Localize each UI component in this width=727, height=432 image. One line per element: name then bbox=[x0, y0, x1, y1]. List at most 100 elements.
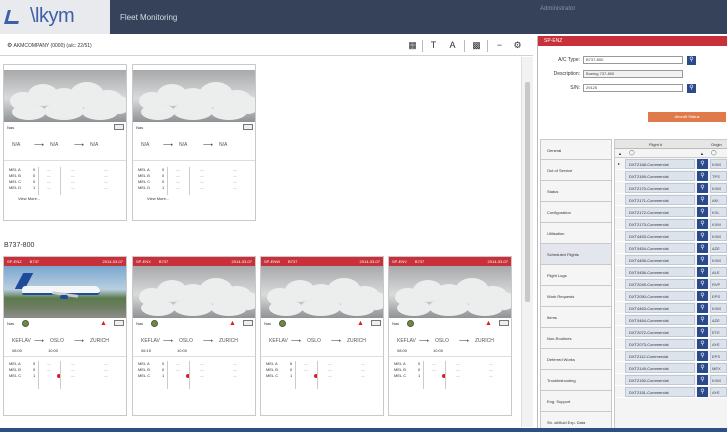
flight-number[interactable]: DXT2149-Commercial bbox=[625, 363, 695, 373]
flight-lookup-button[interactable]: ⚲ bbox=[697, 183, 708, 193]
grid-row[interactable]: DXT4456-Commercial ⚲ ALE bbox=[615, 266, 727, 278]
flight-lookup-button[interactable]: ⚲ bbox=[697, 291, 708, 301]
column-header-flight[interactable]: Flight # bbox=[649, 140, 662, 149]
aircraft-status-button[interactable]: Aircraft Status bbox=[648, 112, 726, 122]
flight-number[interactable]: DXT2050-Commercial bbox=[625, 291, 695, 301]
nav-item-flight-logs[interactable]: Flight Logs bbox=[540, 265, 612, 286]
aircraft-card[interactable]: SP-ENX B737 2014-03-07 Nas ▲ KEFLAV OSLO ZURICH… bbox=[132, 256, 256, 416]
nav-item-general[interactable]: General bbox=[540, 139, 612, 160]
nav-item-status[interactable]: Status bbox=[540, 181, 612, 202]
nav-item-non-routines[interactable]: Non-Routines bbox=[540, 328, 612, 349]
grid-row[interactable]: DXT2073-Commercial ⚲ AYE bbox=[615, 338, 727, 350]
view-more-link[interactable]: View More... bbox=[18, 196, 40, 201]
grid-row[interactable]: DXT2170-Commercial ⚲ KXM bbox=[615, 182, 727, 194]
nav-item-work-requests[interactable]: Work Requests bbox=[540, 286, 612, 307]
flight-number[interactable]: DXT4463-Commercial bbox=[625, 303, 695, 313]
aircraft-card[interactable]: Nas N/A N/A N/A ⟶ ⟶ MEL A 0— — — MEL B 0— — — MEL C 0— —… bbox=[3, 64, 127, 221]
nav-item-configuration[interactable]: Configuration bbox=[540, 202, 612, 223]
nav-item-out-of-service[interactable]: Out of Service bbox=[540, 160, 612, 181]
maintenance-icon[interactable] bbox=[243, 124, 253, 130]
flight-lookup-button[interactable]: ⚲ bbox=[697, 267, 708, 277]
flight-number[interactable]: DXT2170-Commercial bbox=[625, 183, 695, 193]
grid-row[interactable]: ▸ DXT2168-Commercial ⚲ KXM bbox=[615, 158, 727, 170]
flight-number[interactable]: DXT2169-Commercial bbox=[625, 171, 695, 181]
flight-number[interactable]: DXT2072-Commercial bbox=[625, 327, 695, 337]
font-icon[interactable]: A bbox=[447, 40, 458, 51]
filter-icon[interactable]: ◯ bbox=[629, 149, 635, 158]
flight-lookup-button[interactable]: ⚲ bbox=[697, 207, 708, 217]
actype-search-button[interactable]: ⚲ bbox=[687, 56, 696, 65]
warning-icon[interactable]: ▲ bbox=[485, 320, 492, 327]
flight-lookup-button[interactable]: ⚲ bbox=[697, 219, 708, 229]
grid-row[interactable]: DXT4463-Commercial ⚲ KXM bbox=[615, 302, 727, 314]
text-icon[interactable]: T bbox=[428, 40, 439, 51]
nav-item-eng-support[interactable]: Eng. Support bbox=[540, 391, 612, 412]
flight-number[interactable]: DXT2150-Commercial bbox=[625, 375, 695, 385]
header-user[interactable]: Administrator bbox=[540, 6, 575, 12]
grid-icon[interactable]: ▦ bbox=[407, 40, 418, 51]
settings-icon[interactable]: ⚙ bbox=[512, 40, 523, 51]
maintenance-icon[interactable] bbox=[243, 320, 253, 326]
flight-lookup-button[interactable]: ⚲ bbox=[697, 243, 708, 253]
flight-number[interactable]: DXT4454-Commercial bbox=[625, 243, 695, 253]
grid-row[interactable]: DXT2171-Commercial ⚲ AKI bbox=[615, 194, 727, 206]
grid-row[interactable]: DXT2173-Commercial ⚲ KXM bbox=[615, 218, 727, 230]
grid-row[interactable]: DXT4453-Commercial ⚲ KXM bbox=[615, 230, 727, 242]
flight-lookup-button[interactable]: ⚲ bbox=[697, 231, 708, 241]
flight-lookup-button[interactable]: ⚲ bbox=[697, 351, 708, 361]
column-header-origin[interactable]: Origin bbox=[711, 140, 722, 149]
aircraft-card[interactable]: SP-ENV B737 2014-03-07 Nas ▲ KEFLAV OSLO ZURICH… bbox=[388, 256, 512, 416]
grid-row[interactable]: DXT2112-Commercial ⚲ EPS bbox=[615, 350, 727, 362]
flight-number[interactable]: DXT2112-Commercial bbox=[625, 351, 695, 361]
grid-row[interactable]: DXT2169-Commercial ⚲ TPS bbox=[615, 170, 727, 182]
flight-number[interactable]: DXT2173-Commercial bbox=[625, 219, 695, 229]
flight-number[interactable]: DXT4453-Commercial bbox=[625, 231, 695, 241]
nav-item-troubleshooting[interactable]: Troubleshooting bbox=[540, 370, 612, 391]
flight-lookup-button[interactable]: ⚲ bbox=[697, 303, 708, 313]
grid-row[interactable]: DXT4455-Commercial ⚲ KXM bbox=[615, 254, 727, 266]
nav-item-deferred-works[interactable]: Deferred Works bbox=[540, 349, 612, 370]
vertical-scrollbar[interactable] bbox=[521, 57, 533, 427]
grid-row[interactable]: DXT4464-Commercial ⚲ AZE bbox=[615, 314, 727, 326]
nav-item-scheduled-flights[interactable]: Scheduled Flights bbox=[540, 244, 612, 265]
description-field[interactable]: Boeing 737-800 bbox=[583, 70, 683, 78]
grid-row[interactable]: DXT2050-Commercial ⚲ EPS bbox=[615, 290, 727, 302]
table-icon[interactable]: ▩ bbox=[471, 40, 482, 51]
warning-icon[interactable]: ▲ bbox=[229, 320, 236, 327]
aircraft-card[interactable]: SP-ENW B737 2014-03-07 Nas ▲ KEFLAV OSLO ZURICH… bbox=[260, 256, 384, 416]
view-more-link[interactable]: View More... bbox=[147, 196, 169, 201]
maintenance-icon[interactable] bbox=[371, 320, 381, 326]
maintenance-icon[interactable] bbox=[114, 320, 124, 326]
maintenance-icon[interactable] bbox=[114, 124, 124, 130]
nav-item-utilisation[interactable]: Utilisation bbox=[540, 223, 612, 244]
actype-field[interactable]: B737-800 bbox=[583, 56, 683, 64]
flight-lookup-button[interactable]: ⚲ bbox=[697, 195, 708, 205]
grid-row[interactable]: DXT2151-Commercial ⚲ AYE bbox=[615, 386, 727, 398]
flight-number[interactable]: DXT2049-Commercial bbox=[625, 279, 695, 289]
grid-row[interactable]: DXT2072-Commercial ⚲ ETE bbox=[615, 326, 727, 338]
flight-number[interactable]: DXT2172-Commercial bbox=[625, 207, 695, 217]
flight-number[interactable]: DXT2151-Commercial bbox=[625, 387, 695, 397]
aircraft-card[interactable]: Nas N/A N/A N/A ⟶ ⟶ MEL A 0— — — MEL B 0— — — MEL C 0— —… bbox=[132, 64, 256, 221]
flight-number[interactable]: DXT4464-Commercial bbox=[625, 315, 695, 325]
grid-row[interactable]: DXT2049-Commercial ⚲ RVP bbox=[615, 278, 727, 290]
flight-lookup-button[interactable]: ⚲ bbox=[697, 375, 708, 385]
flight-lookup-button[interactable]: ⚲ bbox=[697, 339, 708, 349]
grid-row[interactable]: DXT2149-Commercial ⚲ MEX bbox=[615, 362, 727, 374]
grid-row[interactable]: DXT2150-Commercial ⚲ KXM bbox=[615, 374, 727, 386]
minus-icon[interactable]: − bbox=[494, 40, 505, 51]
serial-search-button[interactable]: ⚲ bbox=[687, 84, 696, 93]
warning-icon[interactable]: ▲ bbox=[357, 320, 364, 327]
grid-row[interactable]: DXT4454-Commercial ⚲ AZE bbox=[615, 242, 727, 254]
warning-icon[interactable]: ▲ bbox=[100, 320, 107, 327]
flight-number[interactable]: DXT2168-Commercial bbox=[625, 159, 695, 169]
grid-row[interactable]: DXT2172-Commercial ⚲ KXL bbox=[615, 206, 727, 218]
flight-number[interactable]: DXT2073-Commercial bbox=[625, 339, 695, 349]
flight-number[interactable]: DXT4455-Commercial bbox=[625, 255, 695, 265]
maintenance-icon[interactable] bbox=[499, 320, 509, 326]
flight-lookup-button[interactable]: ⚲ bbox=[697, 171, 708, 181]
filter-icon[interactable]: ◯ bbox=[711, 149, 717, 158]
flight-lookup-button[interactable]: ⚲ bbox=[697, 159, 708, 169]
flight-lookup-button[interactable]: ⚲ bbox=[697, 315, 708, 325]
aircraft-card[interactable]: SP-ENZ B737 2014-03-07 Nas ▲ KEFLAV OSLO ZURICH… bbox=[3, 256, 127, 416]
